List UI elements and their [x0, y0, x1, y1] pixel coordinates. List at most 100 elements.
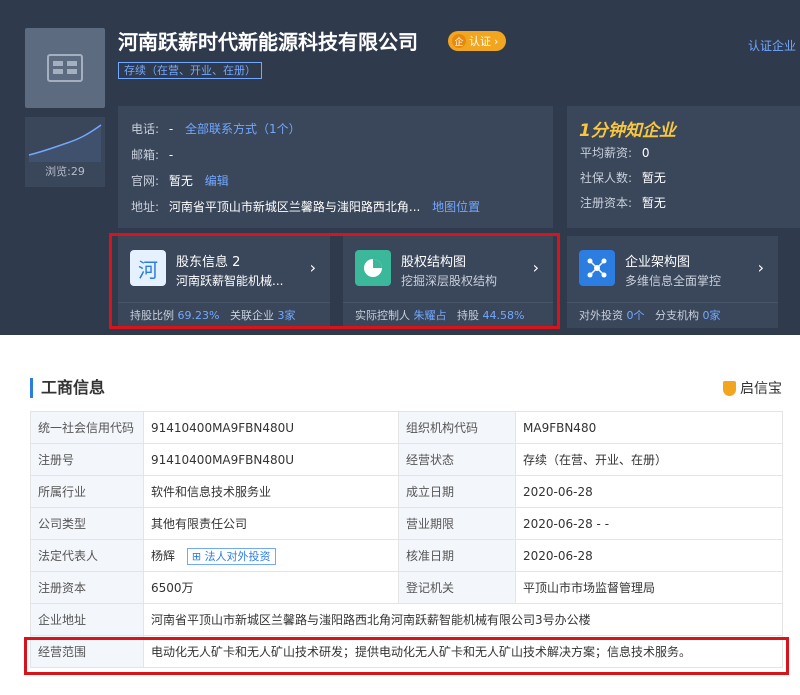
phone-label: 电话: [131, 122, 160, 136]
legal-rep-name[interactable]: 杨辉 [151, 549, 175, 563]
pie-chart-icon [355, 250, 391, 286]
equity-structure-card[interactable]: 股权结构图 挖掘深层股权结构 › 实际控制人 朱耀占 持股 44.58% [343, 236, 553, 328]
table-value: 其他有限责任公司 [143, 507, 399, 540]
foot-value: 朱耀占 [413, 309, 447, 322]
table-key: 注册资本 [30, 571, 144, 604]
legal-investment-label: 法人对外投资 [204, 549, 271, 563]
network-icon [579, 250, 615, 286]
table-key: 组织机构代码 [398, 411, 516, 444]
insight-value: 暂无 [641, 196, 666, 210]
shield-icon [723, 380, 736, 396]
table-key: 法定代表人 [30, 539, 144, 572]
table-key: 注册号 [30, 443, 144, 476]
foot-value: 69.23% [177, 309, 220, 322]
org-subtitle: 多维信息全面掌控 [625, 274, 722, 288]
chevron-right-icon: › [494, 34, 499, 48]
insight-label: 平均薪资: [580, 146, 633, 160]
org-footer: 对外投资 0个 分支机构 0家 [567, 302, 778, 328]
table-key: 公司类型 [30, 507, 144, 540]
table-value: 2020-06-28 [515, 539, 783, 572]
insight-row: 注册资本: 暂无 [580, 194, 666, 211]
equity-title: 股权结构图 [401, 255, 467, 270]
org-title: 企业架构图 [625, 255, 691, 270]
equity-subtitle: 挖掘深层股权结构 [401, 274, 498, 288]
table-key: 经营范围 [30, 635, 144, 668]
email-label: 邮箱: [131, 148, 160, 162]
table-value: 存续（在营、开业、在册） [515, 443, 783, 476]
email-value: - [168, 148, 174, 162]
insight-label: 社保人数: [580, 171, 633, 185]
insight-value: 0 [641, 146, 650, 160]
legal-investment-button[interactable]: ⊞ 法人对外投资 [186, 547, 276, 565]
email-row: 邮箱: - [131, 146, 173, 163]
address-row: 地址: 河南省平顶山市新城区兰馨路与滍阳路西北角... 地图位置 [131, 198, 480, 215]
foot-value: 44.58% [482, 309, 525, 322]
views-count: 浏览:29 [45, 165, 85, 178]
table-key: 企业地址 [30, 603, 144, 636]
source-label: 启信宝 [740, 381, 782, 397]
chevron-right-icon: › [532, 258, 539, 277]
table-value: 2020-06-28 - - [515, 507, 783, 540]
foot-label: 关联企业 [229, 309, 274, 322]
org-structure-card[interactable]: 企业架构图 多维信息全面掌控 › 对外投资 0个 分支机构 0家 [567, 236, 778, 328]
foot-label: 对外投资 [579, 309, 623, 322]
website-label: 官网: [131, 174, 160, 188]
shareholder-footer: 持股比例 69.23% 关联企业 3家 [118, 302, 330, 328]
website-row: 官网: 暂无 编辑 [131, 172, 229, 189]
foot-label: 实际控制人 [355, 309, 410, 322]
table-row: 法定代表人 杨辉 ⊞ 法人对外投资 核准日期 2020-06-28 [30, 539, 783, 572]
cert-badge[interactable]: 企 认证 › [448, 31, 507, 51]
foot-value: 3家 [277, 309, 296, 322]
contact-panel: 电话: - 全部联系方式（1个） 邮箱: - 官网: 暂无 编辑 地址: 河南省… [118, 106, 553, 228]
all-contacts-link[interactable]: 全部联系方式（1个） [185, 122, 301, 136]
table-value: MA9FBN480 [515, 411, 783, 444]
table-value: 2020-06-28 [515, 475, 783, 508]
cert-coin-icon: 企 [452, 34, 466, 48]
table-key: 营业期限 [398, 507, 516, 540]
table-key: 登记机关 [398, 571, 516, 604]
foot-label: 分支机构 [655, 309, 699, 322]
phone-value: - [168, 122, 174, 136]
chevron-right-icon: › [309, 258, 316, 277]
table-key: 核准日期 [398, 539, 516, 572]
table-value: 电动化无人矿卡和无人矿山技术研发；提供电动化无人矿卡和无人矿山技术解决方案；信息… [143, 635, 783, 668]
website-edit-link[interactable]: 编辑 [205, 174, 229, 188]
cert-enterprise-link[interactable]: 认证企业 [748, 37, 796, 54]
shareholder-name: 河南跃薪智能机械... [176, 274, 284, 288]
insight-value: 暂无 [641, 171, 666, 185]
table-value: 平顶山市市场监督管理局 [515, 571, 783, 604]
table-value: 杨辉 ⊞ 法人对外投资 [143, 539, 399, 572]
phone-row: 电话: - 全部联系方式（1个） [131, 120, 301, 137]
insight-panel: 1分钟知企业 平均薪资: 0 社保人数: 暂无 注册资本: 暂无 [567, 106, 800, 228]
table-key: 经营状态 [398, 443, 516, 476]
address-label: 地址: [131, 200, 160, 214]
status-tag: 存续（在营、开业、在册） [118, 62, 262, 79]
table-key: 所属行业 [30, 475, 144, 508]
table-row: 经营范围 电动化无人矿卡和无人矿山技术研发；提供电动化无人矿卡和无人矿山技术解决… [30, 635, 783, 668]
insight-row: 社保人数: 暂无 [580, 169, 666, 186]
table-key: 统一社会信用代码 [30, 411, 144, 444]
map-location-link[interactable]: 地图位置 [432, 200, 480, 214]
foot-value: 0个 [626, 309, 645, 322]
table-key: 成立日期 [398, 475, 516, 508]
qixinbao-logo: 启信宝 [723, 378, 782, 398]
address-value: 河南省平顶山市新城区兰馨路与滍阳路西北角... [168, 200, 421, 214]
foot-label: 持股比例 [130, 309, 174, 322]
insight-brand: 1分钟知企业 [579, 121, 676, 141]
table-row: 所属行业 软件和信息技术服务业 成立日期 2020-06-28 [30, 475, 783, 508]
company-logo [25, 28, 105, 108]
table-value: 6500万 [143, 571, 399, 604]
building-icon [47, 54, 83, 82]
chevron-right-icon: › [757, 258, 764, 277]
foot-value: 0家 [702, 309, 721, 322]
table-row: 统一社会信用代码 91410400MA9FBN480U 组织机构代码 MA9FB… [30, 411, 783, 444]
shareholder-logo-icon: 河 [130, 250, 166, 286]
equity-footer: 实际控制人 朱耀占 持股 44.58% [343, 302, 553, 328]
company-name: 河南跃薪时代新能源科技有限公司 [118, 30, 418, 54]
cert-badge-label: 认证 [469, 35, 491, 48]
shareholder-card[interactable]: 河 股东信息 2 河南跃薪智能机械... › 持股比例 69.23% 关联企业 … [118, 236, 330, 328]
table-row: 注册号 91410400MA9FBN480U 经营状态 存续（在营、开业、在册） [30, 443, 783, 476]
shareholder-title: 股东信息 2 [176, 255, 241, 270]
foot-label: 持股 [457, 309, 479, 322]
business-info-table: 统一社会信用代码 91410400MA9FBN480U 组织机构代码 MA9FB… [30, 411, 783, 668]
